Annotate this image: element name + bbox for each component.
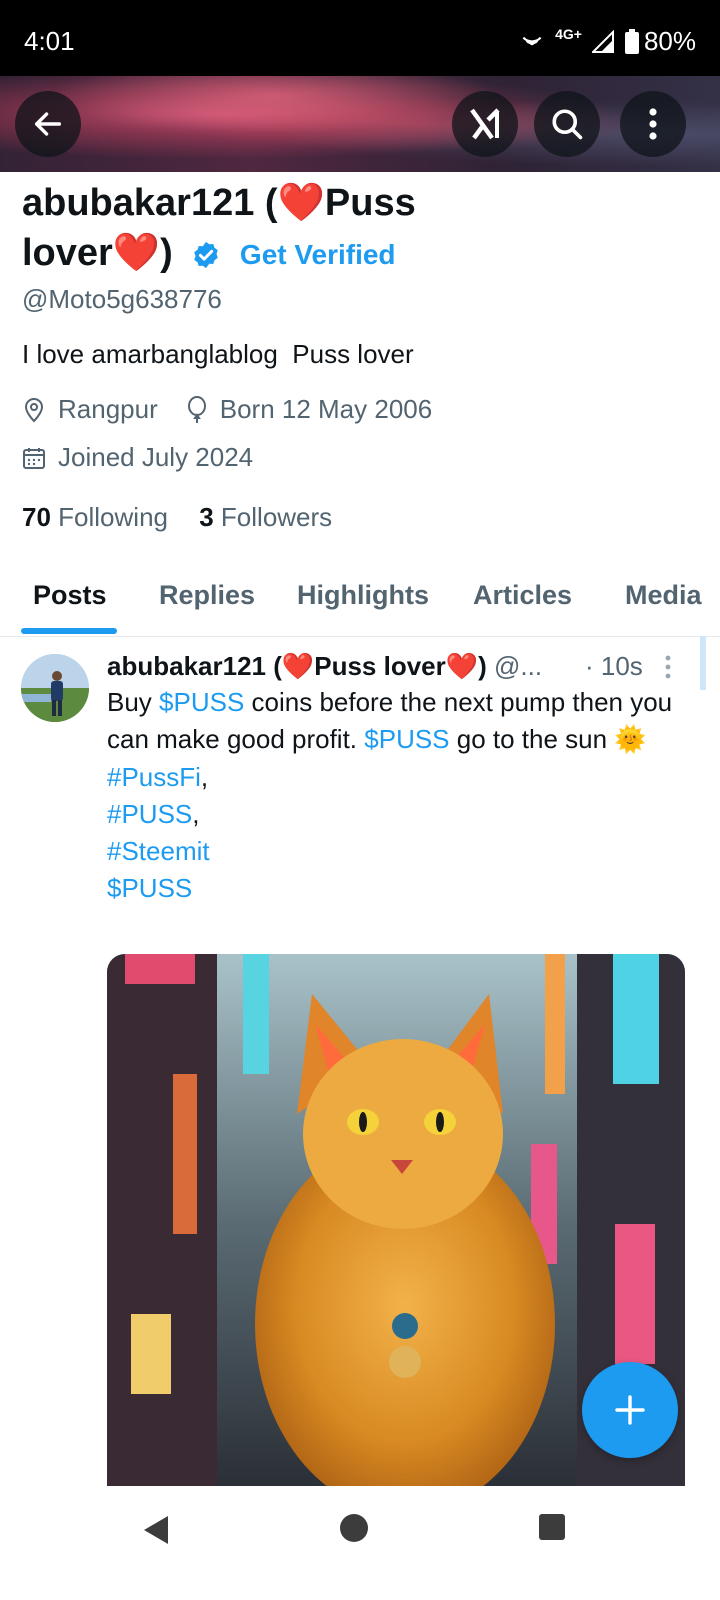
battery-percent: 80% <box>643 26 696 56</box>
profile-tabs: Posts Replies Highlights Articles Media <box>0 570 720 637</box>
post-text-segment: , <box>192 798 200 829</box>
tab-highlights[interactable]: Highlights <box>297 580 429 611</box>
get-verified-link[interactable]: Get Verified <box>240 239 396 270</box>
followers-label: Followers <box>220 502 333 532</box>
following-label: Following <box>58 502 168 532</box>
nav-recents-icon[interactable] <box>538 1513 566 1541</box>
post-text-segment: go to the sun 🌞 <box>449 724 647 755</box>
plus-icon <box>615 1395 645 1425</box>
nav-home-icon[interactable] <box>338 1512 370 1544</box>
post-avatar[interactable] <box>21 654 89 722</box>
profile-name: abubakar121 (❤️Puss lover❤️) Get Verifie… <box>22 178 682 280</box>
compose-button[interactable] <box>582 1362 678 1458</box>
cashtag-link[interactable]: $PUSS <box>107 873 192 903</box>
balloon-icon <box>187 395 206 423</box>
status-bar: 4:01 4G+ 80% <box>0 0 720 76</box>
cashtag-link[interactable]: $PUSS <box>364 724 449 754</box>
active-tab-indicator <box>21 628 117 634</box>
nav-back-icon[interactable] <box>140 1512 172 1548</box>
profile-handle: @Moto5g638776 <box>22 284 222 314</box>
battery-icon <box>624 28 639 54</box>
post-author[interactable]: abubakar121 (❤️Puss lover❤️) <box>107 651 487 681</box>
post-text-segment: Buy <box>107 687 160 717</box>
back-button[interactable] <box>15 91 81 157</box>
profile-joined: Joined July 2024 <box>58 442 254 472</box>
post-handle[interactable]: @... <box>494 651 542 681</box>
network-type: 4G+ <box>555 25 582 42</box>
grok-button[interactable] <box>452 91 518 157</box>
post-more-button[interactable] <box>664 655 672 684</box>
tab-posts[interactable]: Posts <box>33 580 107 611</box>
more-button[interactable] <box>620 91 686 157</box>
profile-meta-row: Rangpur Born 12 May 2006 <box>22 394 432 425</box>
cashtag-link[interactable]: $PUSS <box>159 687 244 717</box>
post-text-segment: , <box>200 761 209 792</box>
following-count: 70 <box>22 502 51 532</box>
status-icons: 4G+ 80% <box>519 26 696 57</box>
signal-icon <box>591 29 614 53</box>
hashtag-link[interactable]: #PUSS <box>107 799 192 829</box>
profile-banner <box>0 76 720 172</box>
post-text: Buy $PUSS coins before the next pump the… <box>107 684 677 908</box>
back-arrow-icon <box>34 112 62 136</box>
tab-replies[interactable]: Replies <box>159 580 255 611</box>
profile-location: Rangpur <box>58 394 158 424</box>
more-vertical-icon <box>665 655 671 679</box>
status-time: 4:01 <box>24 26 75 56</box>
calendar-icon <box>23 447 45 469</box>
post-timestamp[interactable]: · 10s <box>585 651 643 682</box>
profile-bio: I love amarbanglablog Puss lover <box>22 339 414 369</box>
tab-media[interactable]: Media <box>625 580 702 611</box>
hotspot-icon <box>522 36 542 45</box>
profile-birthday: Born 12 May 2006 <box>219 394 433 424</box>
avatar-image <box>21 654 89 722</box>
search-icon <box>552 109 583 140</box>
profile-name-line2: lover❤️) <box>22 232 173 274</box>
search-button[interactable] <box>534 91 600 157</box>
system-nav-bar <box>0 1486 720 1600</box>
profile-name-line1: abubakar121 (❤️Puss <box>22 182 416 224</box>
profile-joined-row: Joined July 2024 <box>22 442 253 473</box>
scrollbar[interactable] <box>700 636 706 690</box>
grok-icon <box>470 108 500 140</box>
location-icon <box>24 397 44 422</box>
post-header: abubakar121 (❤️Puss lover❤️) @... <box>107 651 542 682</box>
tab-articles[interactable]: Articles <box>473 580 572 611</box>
more-vertical-icon <box>649 108 657 140</box>
hashtag-link[interactable]: #Steemit <box>107 836 210 866</box>
follow-stats: 70 Following 3 Followers <box>22 502 332 533</box>
following-link[interactable]: 70 Following <box>22 502 168 532</box>
followers-link[interactable]: 3 Followers <box>199 502 332 532</box>
followers-count: 3 <box>199 502 214 532</box>
verified-badge-icon <box>194 241 219 269</box>
banner-image <box>0 76 720 172</box>
hashtag-link[interactable]: #PussFi <box>107 762 201 792</box>
